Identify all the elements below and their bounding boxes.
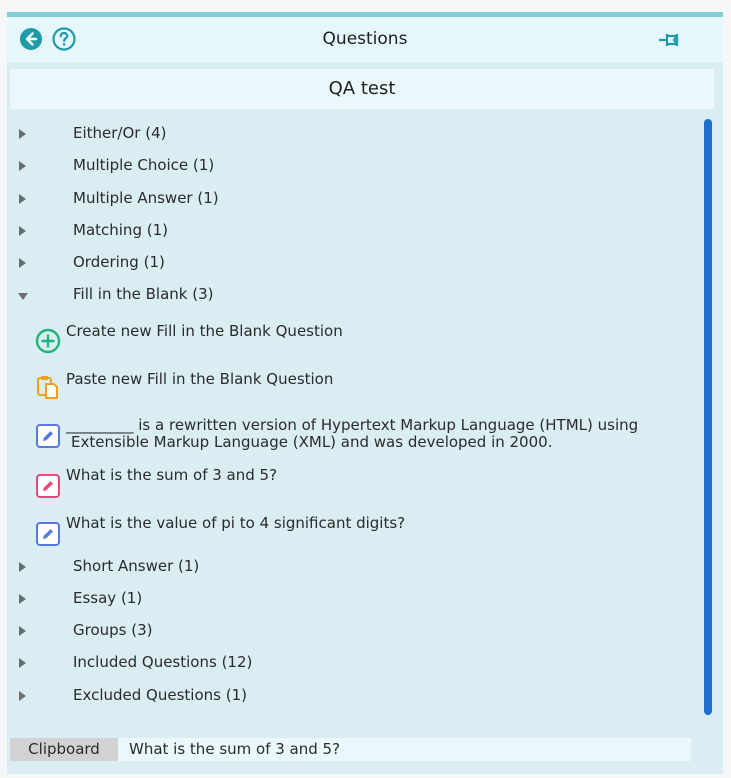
category-label: Essay (1)	[73, 589, 143, 607]
edit-question-icon[interactable]	[35, 521, 61, 547]
question-item[interactable]: What is the sum of 3 and 5?	[35, 467, 675, 503]
create-question-label: Create new Fill in the Blank Question	[66, 322, 343, 340]
expand-arrow-icon[interactable]	[19, 562, 26, 572]
question-item[interactable]: _________ is a rewritten version of Hype…	[35, 417, 675, 457]
expand-arrow-icon[interactable]	[19, 658, 26, 668]
category-fill-in-the-blank[interactable]: Fill in the Blank (3)	[7, 282, 697, 310]
clipboard-label: Clipboard	[10, 738, 118, 761]
vertical-scrollbar[interactable]	[704, 119, 712, 715]
expand-arrow-icon[interactable]	[19, 129, 26, 139]
questions-panel: Questions QA test Either/Or (4) Multiple…	[7, 12, 723, 774]
category-label: Multiple Choice (1)	[73, 156, 215, 174]
plus-circle-icon	[35, 328, 61, 354]
paste-question-label: Paste new Fill in the Blank Question	[66, 370, 334, 388]
category-essay[interactable]: Essay (1)	[7, 586, 697, 614]
category-label: Groups (3)	[73, 621, 153, 639]
question-text: What is the sum of 3 and 5?	[66, 466, 278, 484]
page-title: Questions	[322, 29, 408, 49]
category-label: Included Questions (12)	[73, 653, 253, 671]
category-multiple-choice[interactable]: Multiple Choice (1)	[7, 153, 697, 181]
collapse-arrow-icon[interactable]	[18, 293, 28, 300]
clipboard-value[interactable]: What is the sum of 3 and 5?	[118, 738, 691, 761]
edit-question-icon[interactable]	[35, 473, 61, 499]
category-ordering[interactable]: Ordering (1)	[7, 250, 697, 278]
question-text: _________ is a rewritten version of Hype…	[66, 417, 638, 451]
category-label: Fill in the Blank (3)	[73, 285, 214, 303]
pin-icon[interactable]	[657, 29, 683, 51]
expand-arrow-icon[interactable]	[19, 691, 26, 701]
create-question-button[interactable]: Create new Fill in the Blank Question	[35, 323, 675, 357]
category-included-questions[interactable]: Included Questions (12)	[7, 650, 697, 678]
category-label: Short Answer (1)	[73, 557, 200, 575]
question-text-line: _________ is a rewritten version of Hype…	[66, 416, 639, 434]
expand-arrow-icon[interactable]	[19, 626, 26, 636]
question-text-line: Extensible Markup Language (XML) and was…	[71, 433, 553, 451]
expand-arrow-icon[interactable]	[19, 161, 26, 171]
expand-arrow-icon[interactable]	[19, 194, 26, 204]
category-short-answer[interactable]: Short Answer (1)	[7, 554, 697, 582]
paste-clipboard-icon	[37, 376, 58, 399]
category-groups[interactable]: Groups (3)	[7, 618, 697, 646]
category-matching[interactable]: Matching (1)	[7, 218, 697, 246]
edit-question-icon[interactable]	[35, 423, 61, 449]
category-either-or[interactable]: Either/Or (4)	[7, 121, 697, 149]
question-item[interactable]: What is the value of pi to 4 significant…	[35, 515, 675, 551]
expand-arrow-icon[interactable]	[19, 258, 26, 268]
clipboard-bar: Clipboard What is the sum of 3 and 5?	[10, 738, 691, 761]
expand-arrow-icon[interactable]	[19, 594, 26, 604]
category-label: Ordering (1)	[73, 253, 165, 271]
expand-arrow-icon[interactable]	[19, 226, 26, 236]
panel-header: Questions	[7, 17, 723, 62]
question-text: What is the value of pi to 4 significant…	[66, 514, 406, 532]
paste-question-button[interactable]: Paste new Fill in the Blank Question	[35, 371, 675, 405]
category-multiple-answer[interactable]: Multiple Answer (1)	[7, 186, 697, 214]
category-label: Either/Or (4)	[73, 124, 167, 142]
category-label: Matching (1)	[73, 221, 168, 239]
test-title: QA test	[10, 69, 714, 109]
category-excluded-questions[interactable]: Excluded Questions (1)	[7, 683, 697, 711]
category-label: Multiple Answer (1)	[73, 189, 219, 207]
category-label: Excluded Questions (1)	[73, 686, 247, 704]
